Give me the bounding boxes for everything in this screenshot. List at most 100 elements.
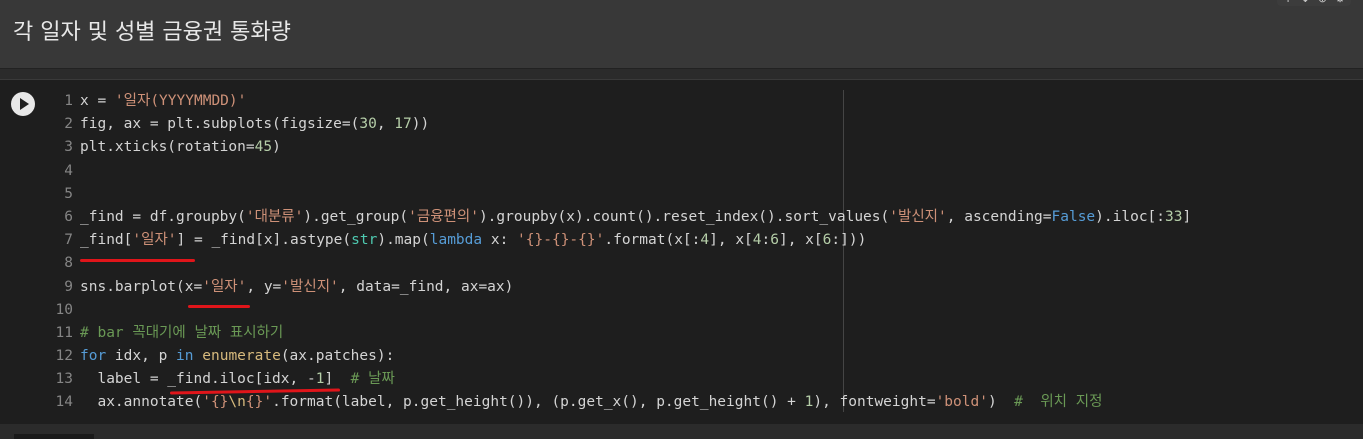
code-editor[interactable]: 1 x = '일자(YYYYMMDD)' 2 fig, ax = plt.subplo… bbox=[48, 90, 1348, 420]
code-token: 30 bbox=[359, 116, 377, 133]
code-token: ] = _find[x].astype( bbox=[176, 232, 352, 249]
settings-icon[interactable]: ⚙ bbox=[1335, 0, 1345, 6]
code-token: _find = df.groupby( bbox=[80, 208, 246, 225]
code-token: for bbox=[80, 348, 107, 365]
code-line[interactable]: 13 label = _find.iloc[idx, -1] # 날짜 bbox=[48, 368, 1348, 391]
markdown-cell[interactable]: 각 일자 및 성별 금융권 통화량 ↑ ↓ ⊕ ⚙ bbox=[0, 0, 1363, 69]
code-token: 4 bbox=[752, 232, 762, 249]
code-token: lambda bbox=[429, 232, 483, 249]
code-line[interactable]: 3 plt.xticks(rotation=45) bbox=[48, 136, 1348, 159]
move-up-icon[interactable]: ↑ bbox=[1283, 0, 1292, 6]
code-text: label = _find.iloc[idx, -1] # 날짜 bbox=[80, 368, 395, 391]
code-token: '{} bbox=[202, 394, 229, 411]
code-token: '대분류' bbox=[245, 208, 304, 225]
code-token: ).groupby(x).count().reset_index().sort_… bbox=[478, 208, 890, 225]
code-token: idx, p bbox=[106, 348, 177, 365]
code-token: '일자' bbox=[202, 278, 247, 295]
line-number: 9 bbox=[64, 278, 73, 295]
bottom-strip bbox=[0, 424, 1363, 439]
code-token: ).iloc[: bbox=[1095, 208, 1166, 225]
code-line[interactable]: 6 _find = df.groupby('대분류').get_group('금융… bbox=[48, 206, 1348, 229]
code-text: for idx, p in enumerate(ax.patches): bbox=[80, 345, 394, 368]
code-token: # 위치 지정 bbox=[1014, 394, 1103, 411]
code-token: )) bbox=[411, 116, 430, 133]
code-line[interactable]: 7 _find['일자'] = _find[x].astype(str).map(… bbox=[48, 229, 1348, 252]
code-token: , data=_find, ax=ax) bbox=[338, 278, 514, 295]
code-token: '일자' bbox=[132, 232, 177, 249]
code-text: _find = df.groupby('대분류').get_group('금융편… bbox=[80, 206, 1191, 229]
line-number: 10 bbox=[55, 301, 73, 318]
code-token: # bar 꼭대기에 날짜 표시하기 bbox=[80, 324, 284, 341]
code-token: in bbox=[176, 348, 194, 365]
code-text: # bar 꼭대기에 날짜 표시하기 bbox=[80, 322, 283, 345]
line-number: 14 bbox=[55, 394, 73, 411]
line-number: 6 bbox=[64, 208, 73, 225]
code-token: , ascending= bbox=[946, 208, 1052, 225]
code-token: 6 bbox=[770, 232, 779, 249]
code-token: sns.barplot(x= bbox=[80, 278, 203, 295]
code-cell[interactable]: 1 x = '일자(YYYYMMDD)' 2 fig, ax = plt.subplo… bbox=[0, 79, 1363, 425]
link-icon[interactable]: ⊕ bbox=[1318, 0, 1327, 6]
line-number: 2 bbox=[64, 116, 73, 133]
code-token: ax.annotate( bbox=[80, 394, 203, 411]
code-token: x = bbox=[80, 93, 115, 109]
code-token: fig, ax = plt.subplots(figsize=( bbox=[80, 116, 360, 133]
markdown-heading: 각 일자 및 성별 금융권 통화량 bbox=[13, 20, 291, 45]
code-token: ] bbox=[1182, 208, 1192, 225]
code-line[interactable]: 4 bbox=[48, 160, 1348, 183]
play-icon bbox=[20, 98, 29, 110]
code-line[interactable]: 12 for idx, p in enumerate(ax.patches): bbox=[48, 345, 1348, 368]
cell-toolbar: ↑ ↓ ⊕ ⚙ bbox=[1277, 0, 1351, 6]
code-token: :])) bbox=[831, 232, 867, 249]
code-token: 4 bbox=[700, 232, 710, 249]
line-number: 11 bbox=[55, 324, 73, 341]
move-down-icon[interactable]: ↓ bbox=[1301, 0, 1310, 6]
code-text: plt.xticks(rotation=45) bbox=[80, 136, 281, 159]
code-token: # 날짜 bbox=[350, 371, 395, 388]
code-token: '금융편의' bbox=[408, 208, 479, 225]
code-text: x = '일자(YYYYMMDD)' bbox=[80, 90, 246, 113]
line-number: 3 bbox=[64, 139, 73, 156]
code-token: ).get_group( bbox=[303, 208, 409, 225]
code-line[interactable]: 11 # bar 꼭대기에 날짜 표시하기 bbox=[48, 322, 1348, 345]
code-token: ) bbox=[272, 139, 281, 156]
code-token: : bbox=[761, 232, 771, 249]
code-line[interactable]: 9 sns.barplot(x='일자', y='발신지', data=_find… bbox=[48, 276, 1348, 299]
code-token: '일자(YYYYMMDD)' bbox=[114, 93, 247, 109]
code-text: sns.barplot(x='일자', y='발신지', data=_find,… bbox=[80, 276, 513, 299]
line-number: 7 bbox=[64, 232, 73, 249]
code-token: ] bbox=[324, 371, 351, 388]
code-token: .format(label, p.get_height()), (p.get_x… bbox=[272, 394, 805, 411]
code-token: plt.xticks(rotation= bbox=[80, 139, 255, 156]
code-token: 'bold' bbox=[935, 394, 988, 411]
code-line[interactable]: 8 bbox=[48, 252, 1348, 275]
code-token: .format(x[: bbox=[604, 232, 701, 249]
code-token: ) bbox=[987, 394, 1015, 411]
code-token: str bbox=[351, 232, 378, 249]
code-line[interactable]: 1 x = '일자(YYYYMMDD)' bbox=[48, 90, 1348, 113]
code-token: label = _find.iloc[idx, - bbox=[80, 371, 316, 388]
code-token: enumerate bbox=[202, 348, 281, 365]
line-number: 12 bbox=[55, 348, 73, 365]
code-line[interactable]: 2 fig, ax = plt.subplots(figsize=(30, 17)… bbox=[48, 113, 1348, 136]
red-underline-line7 bbox=[80, 259, 195, 262]
code-line[interactable]: 10 bbox=[48, 299, 1348, 322]
code-token: 33 bbox=[1165, 208, 1183, 225]
code-token: 17 bbox=[394, 116, 412, 133]
code-token: '{}-{}-{}' bbox=[517, 232, 605, 249]
line-number: 1 bbox=[64, 93, 73, 109]
code-text: fig, ax = plt.subplots(figsize=(30, 17)) bbox=[80, 113, 429, 136]
code-token: ).map( bbox=[377, 232, 430, 249]
line-number: 4 bbox=[64, 162, 73, 179]
line-number: 13 bbox=[55, 371, 73, 388]
code-text: _find['일자'] = _find[x].astype(str).map(l… bbox=[80, 229, 866, 252]
code-line[interactable]: 14 ax.annotate('{}\n{}'.format(label, p.… bbox=[48, 391, 1348, 414]
code-token: , bbox=[376, 116, 395, 133]
code-line[interactable]: 5 bbox=[48, 183, 1348, 206]
line-number: 8 bbox=[64, 255, 73, 272]
run-cell-button[interactable] bbox=[11, 92, 35, 116]
code-token: '발신지' bbox=[889, 208, 947, 225]
code-text: ax.annotate('{}\n{}'.format(label, p.get… bbox=[80, 391, 1102, 414]
code-token: \n bbox=[228, 394, 246, 411]
